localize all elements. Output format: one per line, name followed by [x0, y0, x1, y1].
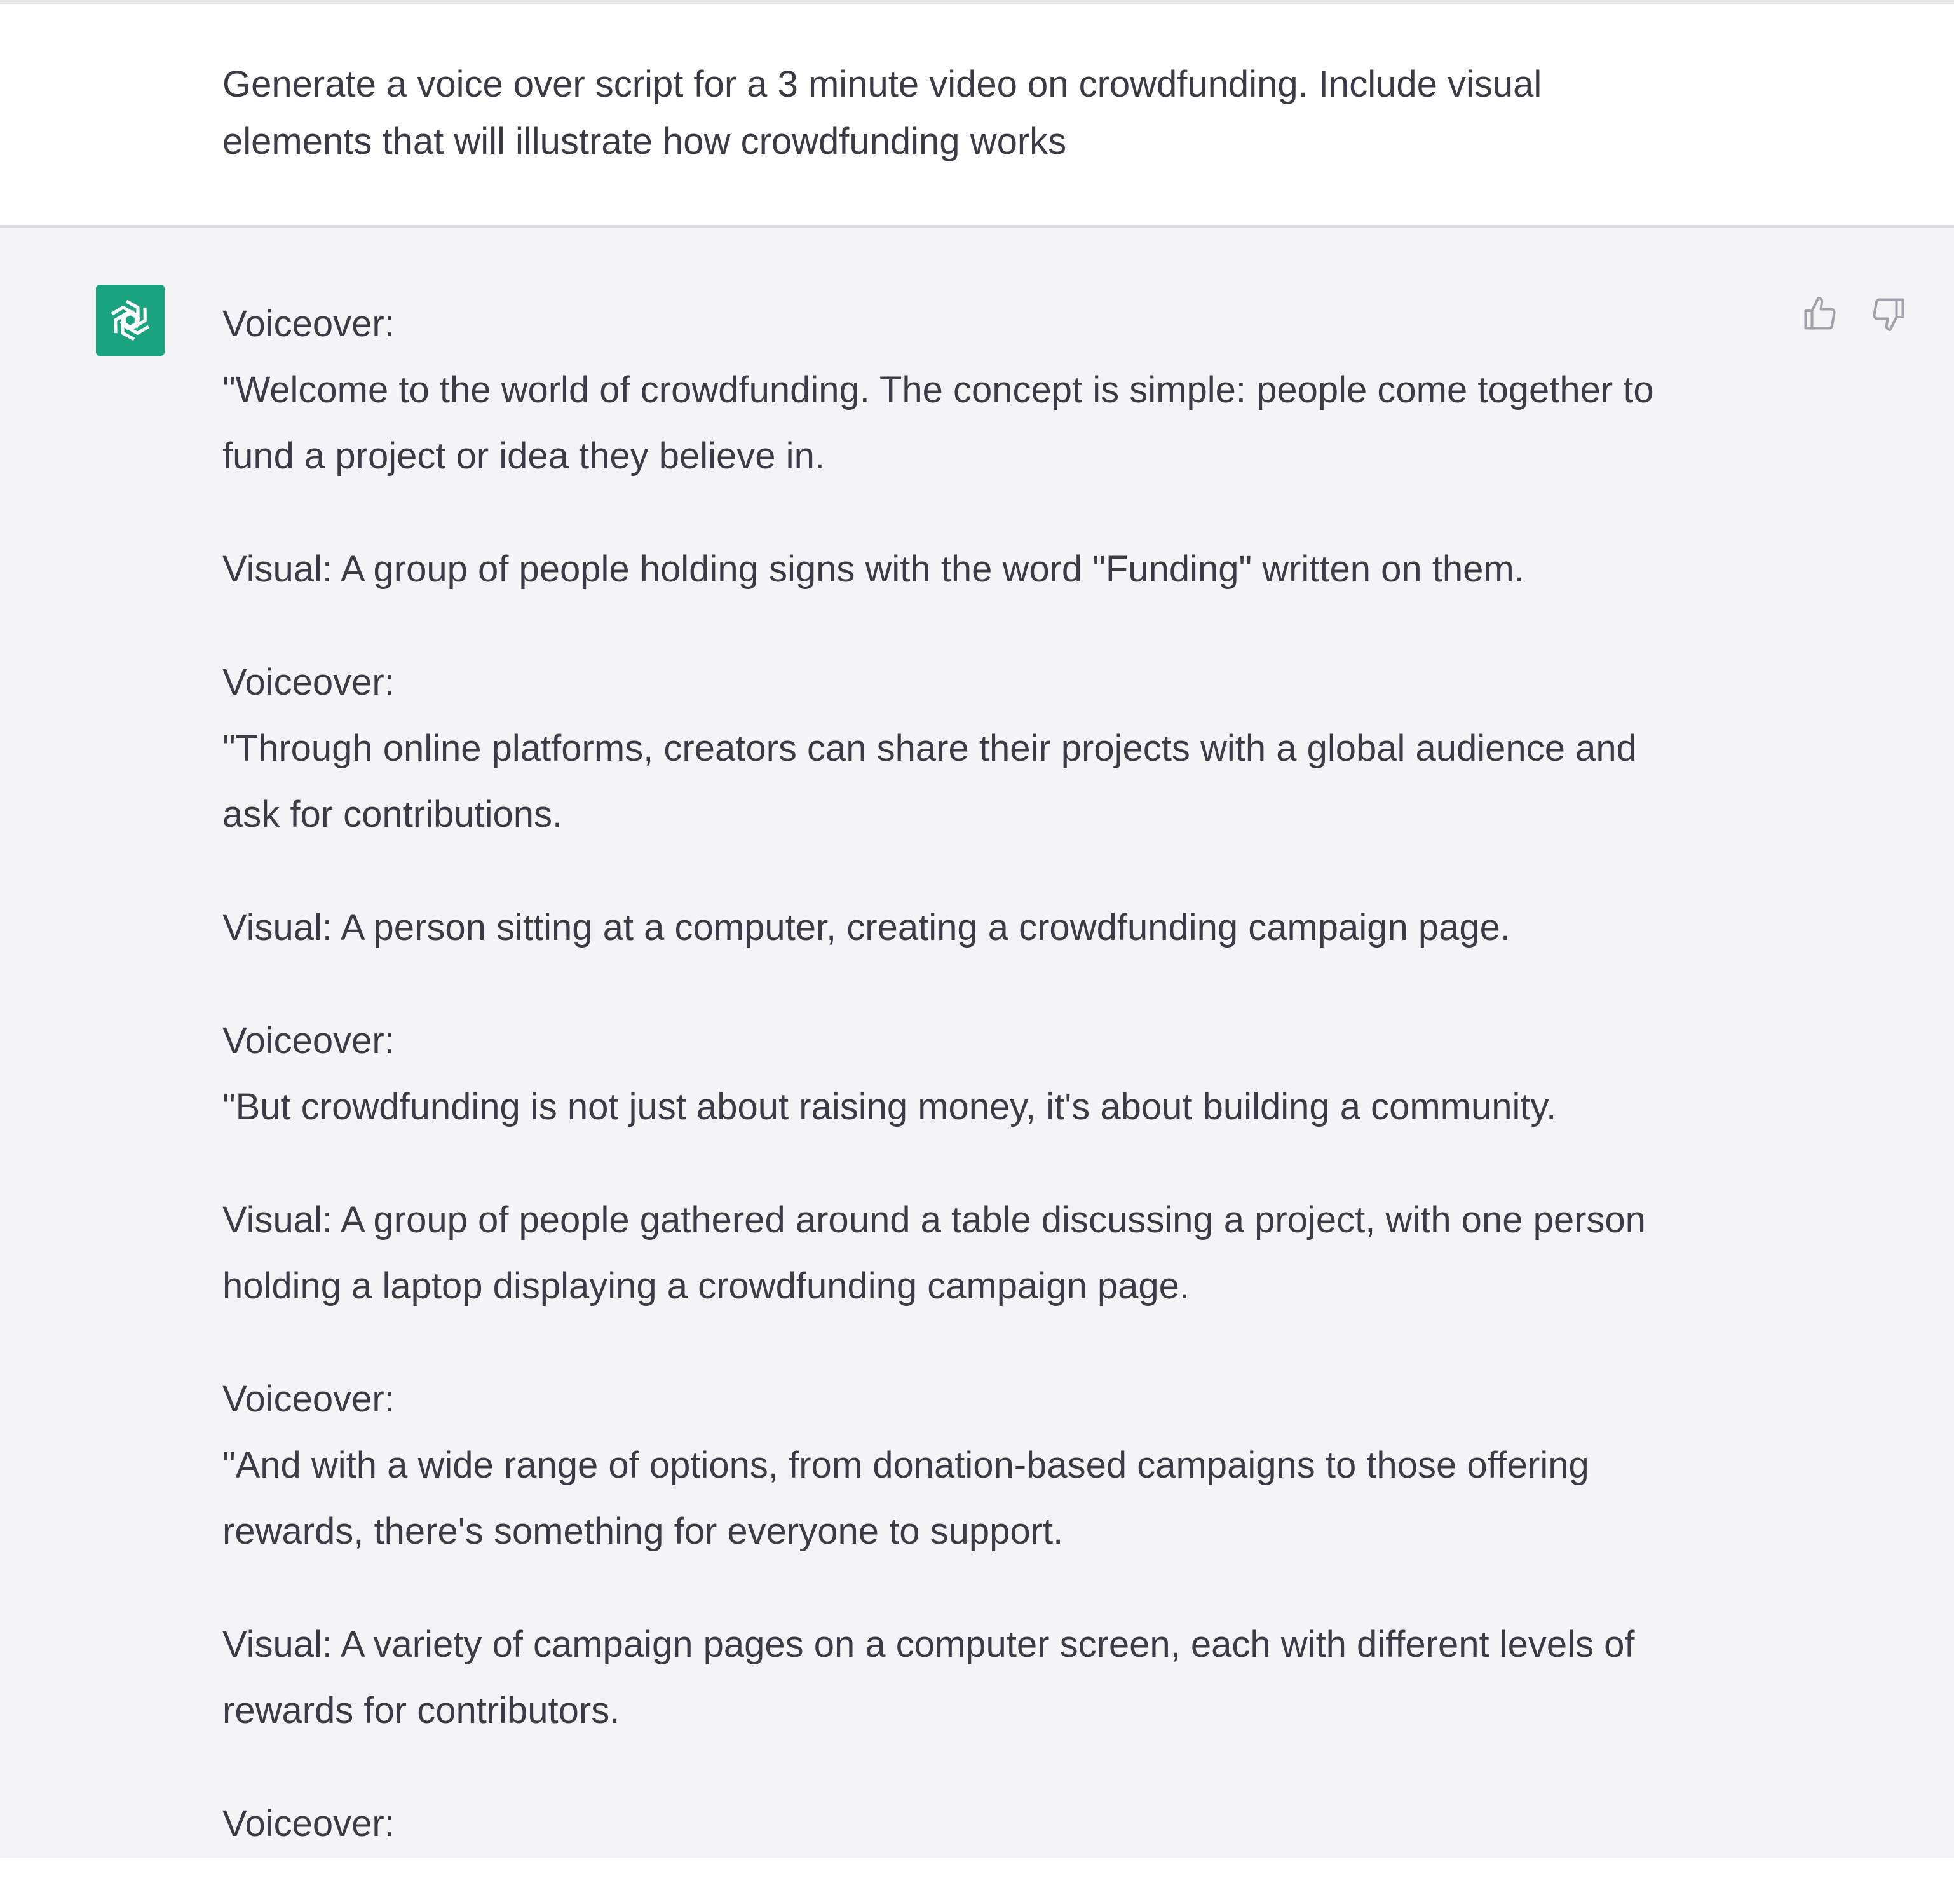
assistant-avatar — [96, 285, 165, 356]
response-paragraph: Voiceover: "Welcome to the world of crow… — [222, 303, 1654, 477]
response-paragraph: Voiceover: — [222, 1803, 395, 1844]
thumbs-down-button[interactable] — [1868, 294, 1909, 334]
thumbs-up-icon — [1804, 297, 1836, 330]
response-paragraph: Visual: A person sitting at a computer, … — [222, 907, 1510, 948]
thumbs-down-icon — [1873, 298, 1904, 331]
response-paragraph: Visual: A group of people holding signs … — [222, 548, 1524, 590]
response-paragraph: Visual: A variety of campaign pages on a… — [222, 1624, 1635, 1731]
thumbs-up-button[interactable] — [1800, 294, 1840, 334]
response-paragraph: Visual: A group of people gathered aroun… — [222, 1199, 1646, 1307]
user-message: Generate a voice over script for a 3 min… — [0, 4, 1954, 225]
response-paragraph: Voiceover: "Through online platforms, cr… — [222, 662, 1637, 835]
assistant-response: Voiceover: "Welcome to the world of crow… — [222, 291, 1767, 1904]
response-paragraph: Voiceover: "But crowdfunding is not just… — [222, 1020, 1557, 1127]
user-message-text: Generate a voice over script for a 3 min… — [222, 64, 1542, 162]
response-paragraph: Voiceover: "And with a wide range of opt… — [222, 1378, 1589, 1552]
openai-logo-icon — [111, 299, 150, 341]
